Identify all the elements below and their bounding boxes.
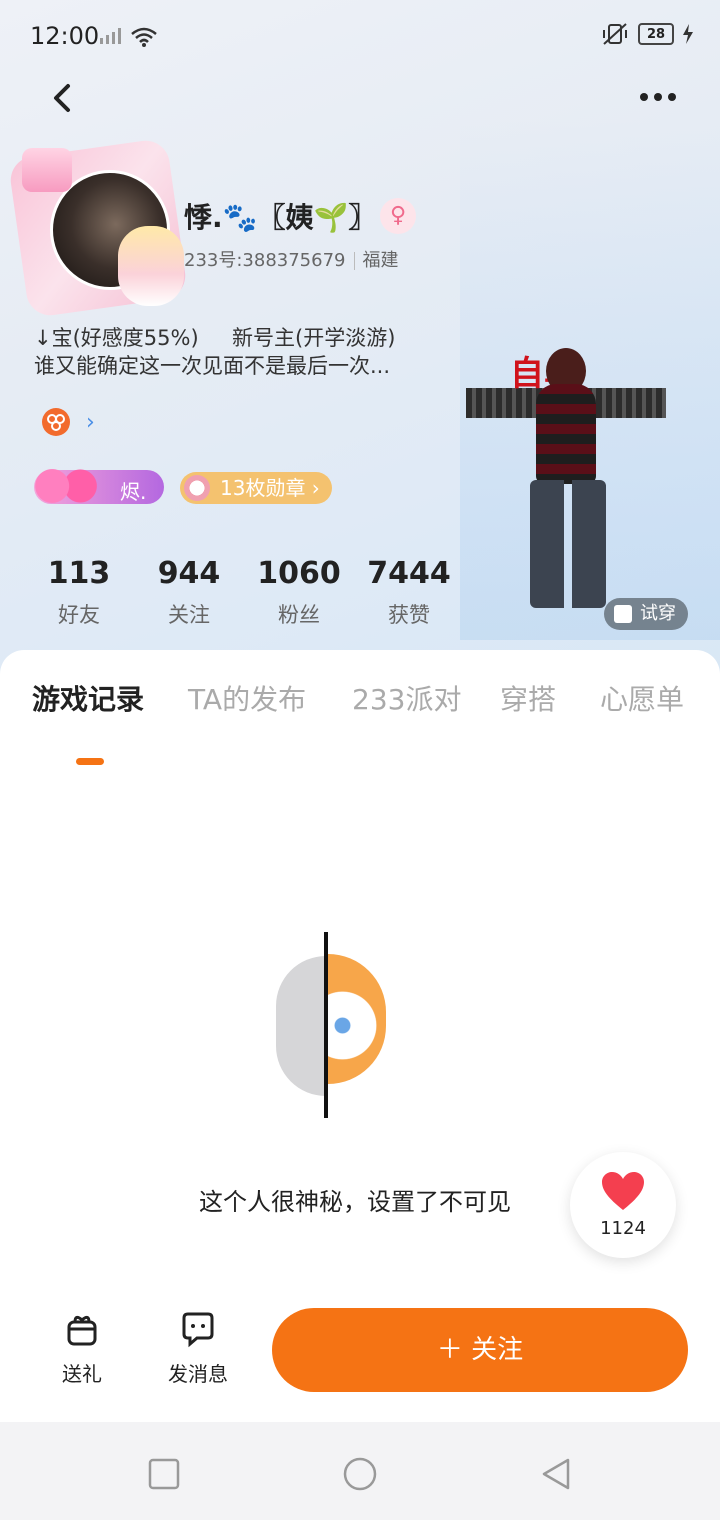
stat-label: 获赞 (388, 603, 430, 627)
medals-button[interactable]: 13枚勋章 › (180, 472, 332, 504)
stat-following[interactable]: 944 关注 (134, 556, 244, 629)
system-nav-bar (0, 1422, 720, 1520)
stat-label: 关注 (168, 603, 210, 627)
try-on-label: 试穿 (640, 603, 676, 624)
peeking-mascot (328, 954, 386, 1084)
like-count: 1124 (600, 1218, 646, 1239)
stat-likes[interactable]: 7444 获赞 (354, 556, 464, 629)
back-button[interactable] (44, 78, 84, 118)
profile-tabs: 游戏记录 TA的发布 233派对 穿搭 心愿单 (0, 678, 720, 765)
wifi-icon (131, 27, 157, 47)
user-id-line: 233号:388375679 福建 (184, 246, 399, 272)
avatar-character-decoration (118, 226, 184, 306)
more-icon (640, 93, 676, 101)
user-id[interactable]: 233号:388375679 (184, 250, 346, 271)
community-link-icon[interactable] (42, 408, 70, 436)
stat-friends[interactable]: 113 好友 (24, 556, 134, 629)
back-arrow-icon (54, 84, 70, 112)
vibrate-mute-icon (603, 23, 627, 45)
tab-party[interactable]: 233派对 (352, 678, 461, 718)
follow-button[interactable]: ＋ 关注 (272, 1308, 688, 1392)
like-button[interactable]: 1124 (570, 1152, 676, 1258)
group-icon (47, 414, 65, 431)
shirt-icon (614, 605, 632, 623)
more-button[interactable] (636, 82, 680, 112)
tab-outfits[interactable]: 穿搭 (500, 678, 556, 718)
gift-icon (67, 1315, 97, 1346)
avatar-cake-decoration (22, 148, 72, 192)
battery-indicator: 28 (638, 23, 674, 45)
character-legs (530, 480, 606, 608)
empty-half-circle (276, 956, 326, 1096)
chevron-right-icon[interactable]: › (86, 410, 95, 435)
profile-stats: 113 好友 944 关注 1060 粉丝 7444 获赞 (24, 556, 464, 629)
stat-value: 944 (157, 556, 221, 591)
character-body (536, 384, 596, 484)
stat-value: 113 (47, 556, 111, 591)
fan-badge-label: 烬. (120, 480, 147, 504)
stat-value: 7444 (367, 556, 451, 591)
circle-icon[interactable] (342, 1456, 378, 1492)
tab-game-records[interactable]: 游戏记录 (32, 678, 144, 718)
heart-icon (602, 1172, 644, 1210)
hearts-icon (30, 466, 104, 506)
stat-label: 好友 (58, 603, 100, 627)
charging-icon (683, 24, 693, 44)
avatar-character[interactable]: 自卑 (466, 344, 706, 634)
gift-label: 送礼 (62, 1362, 102, 1386)
avatar[interactable] (7, 137, 189, 319)
tab-posts[interactable]: TA的发布 (188, 678, 306, 718)
chat-icon (182, 1312, 214, 1348)
user-region: 福建 (362, 250, 399, 271)
tab-wishlist[interactable]: 心愿单 (600, 678, 684, 718)
message-label: 发消息 (168, 1362, 228, 1386)
status-icons-left (98, 26, 158, 48)
status-bar: 12:00 28 (0, 0, 720, 72)
status-time: 12:00 (30, 22, 100, 50)
stat-value: 1060 (257, 556, 341, 591)
medals-label: 13枚勋章 › (220, 476, 320, 500)
tab-indicator (76, 758, 104, 765)
empty-state-illustration (276, 932, 406, 1118)
signal-icon (100, 28, 121, 44)
message-button[interactable]: 发消息 (158, 1310, 238, 1387)
divider (353, 252, 355, 270)
stat-label: 粉丝 (278, 603, 320, 627)
stat-fans[interactable]: 1060 粉丝 (244, 556, 354, 629)
try-on-button[interactable]: 试穿 (604, 598, 688, 630)
square-icon[interactable] (146, 1456, 182, 1492)
user-name: 悸.🐾〖姨🌱〗 (184, 201, 377, 234)
gift-button[interactable]: 送礼 (42, 1310, 122, 1387)
bio-line-2[interactable]: 谁又能确定这一次见面不是最后一次... (34, 350, 390, 380)
triangle-back-icon[interactable] (538, 1456, 574, 1492)
empty-divider-line (324, 932, 328, 1118)
status-icons-right: 28 (600, 22, 694, 46)
medal-icon (184, 475, 210, 501)
gender-female-icon: ♀ (380, 198, 416, 234)
bio-line-1: ↓宝(好感度55%) 新号主(开学淡游) (34, 326, 396, 350)
